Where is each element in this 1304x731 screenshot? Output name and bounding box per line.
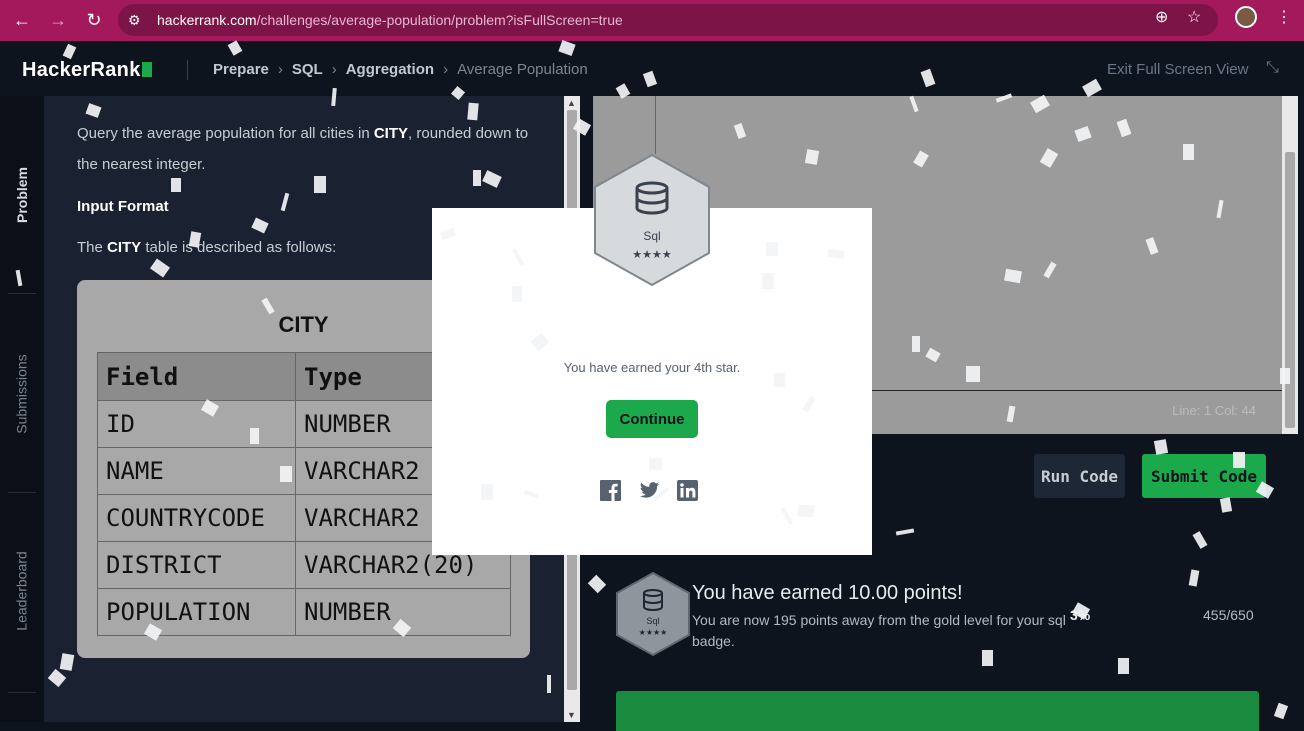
cursor-position: Line: 1 Col: 44: [1172, 403, 1256, 418]
continue-button[interactable]: Continue: [606, 400, 698, 438]
facebook-icon[interactable]: [600, 480, 621, 501]
exit-fullscreen-link[interactable]: Exit Full Screen View: [1107, 61, 1248, 78]
next-challenge-bar[interactable]: [616, 691, 1259, 731]
points-earned-title: You have earned 10.00 points!: [692, 582, 963, 604]
tab-leaderboard[interactable]: Leaderboard: [0, 536, 44, 646]
url-host: hackerrank.com: [157, 12, 257, 28]
run-code-button[interactable]: Run Code: [1034, 454, 1125, 498]
site-settings-icon[interactable]: ⚙: [128, 12, 141, 29]
table-description: The CITY table is described as follows:: [77, 239, 337, 256]
bookmark-star-icon[interactable]: ☆: [1187, 7, 1201, 27]
tab-submissions[interactable]: Submissions: [0, 336, 44, 451]
back-icon[interactable]: ←: [10, 8, 34, 32]
field-cell: ID: [97, 400, 296, 448]
points-earned-subtext: You are now 195 points away from the gol…: [692, 612, 1066, 649]
reload-icon[interactable]: ↻: [82, 8, 106, 32]
tab-problem[interactable]: Problem: [0, 140, 44, 250]
site-header: HackerRank Prepare › SQL › Aggregation › Avera…: [0, 41, 1304, 96]
editor-scrollbar[interactable]: [1282, 96, 1298, 434]
progress-percent: 3%: [1070, 607, 1091, 623]
submit-code-button[interactable]: Submit Code: [1142, 454, 1266, 498]
breadcrumb-prepare[interactable]: Prepare: [213, 61, 269, 78]
linkedin-icon[interactable]: [677, 480, 698, 501]
profile-avatar[interactable]: [1235, 6, 1257, 28]
breadcrumb: Prepare › SQL › Aggregation › Average Populati…: [213, 61, 588, 78]
column-header-field: Field: [97, 352, 296, 401]
sql-badge-small: Sql ★★★★: [616, 571, 690, 657]
badge-label: Sql: [643, 229, 660, 243]
breadcrumb-current: Average Population: [457, 61, 588, 78]
svg-text:★★★★: ★★★★: [639, 628, 668, 637]
modal-message: You have earned your 4th star.: [563, 360, 741, 375]
type-cell: NUMBER: [295, 588, 511, 636]
forward-icon[interactable]: →: [46, 8, 70, 32]
browser-menu-icon[interactable]: ⋮: [1276, 7, 1292, 27]
url-path: /challenges/average-population/problem?i…: [256, 12, 623, 28]
table-row: POPULATION NUMBER: [97, 588, 511, 636]
input-format-title: Input Format: [77, 198, 169, 215]
svg-text:★★★★: ★★★★: [632, 248, 672, 261]
breadcrumb-aggregation[interactable]: Aggregation: [346, 61, 434, 78]
breadcrumb-sql[interactable]: SQL: [292, 61, 323, 78]
field-cell: POPULATION: [97, 588, 296, 636]
progress-score: 455/650: [1203, 607, 1254, 623]
problem-statement: Query the average population for all cit…: [77, 125, 529, 173]
browser-toolbar: ← → ↻ ⚙ hackerrank.com/challenges/averag…: [0, 0, 1304, 41]
exit-fullscreen-icon[interactable]: ⤡: [1266, 59, 1279, 77]
field-cell: DISTRICT: [97, 541, 296, 589]
zoom-icon[interactable]: ⊕: [1155, 7, 1168, 27]
vertical-tab-bar: Problem Submissions Leaderboard: [0, 96, 44, 722]
field-cell: COUNTRYCODE: [97, 494, 296, 542]
sql-badge-large: Sql ★★★★: [594, 153, 710, 287]
badge-label: Sql: [646, 616, 659, 626]
hackerrank-logo[interactable]: HackerRank: [22, 59, 152, 82]
address-bar[interactable]: ⚙ hackerrank.com/challenges/average-popu…: [118, 4, 1218, 36]
twitter-icon[interactable]: [639, 480, 660, 501]
field-cell: NAME: [97, 447, 296, 495]
